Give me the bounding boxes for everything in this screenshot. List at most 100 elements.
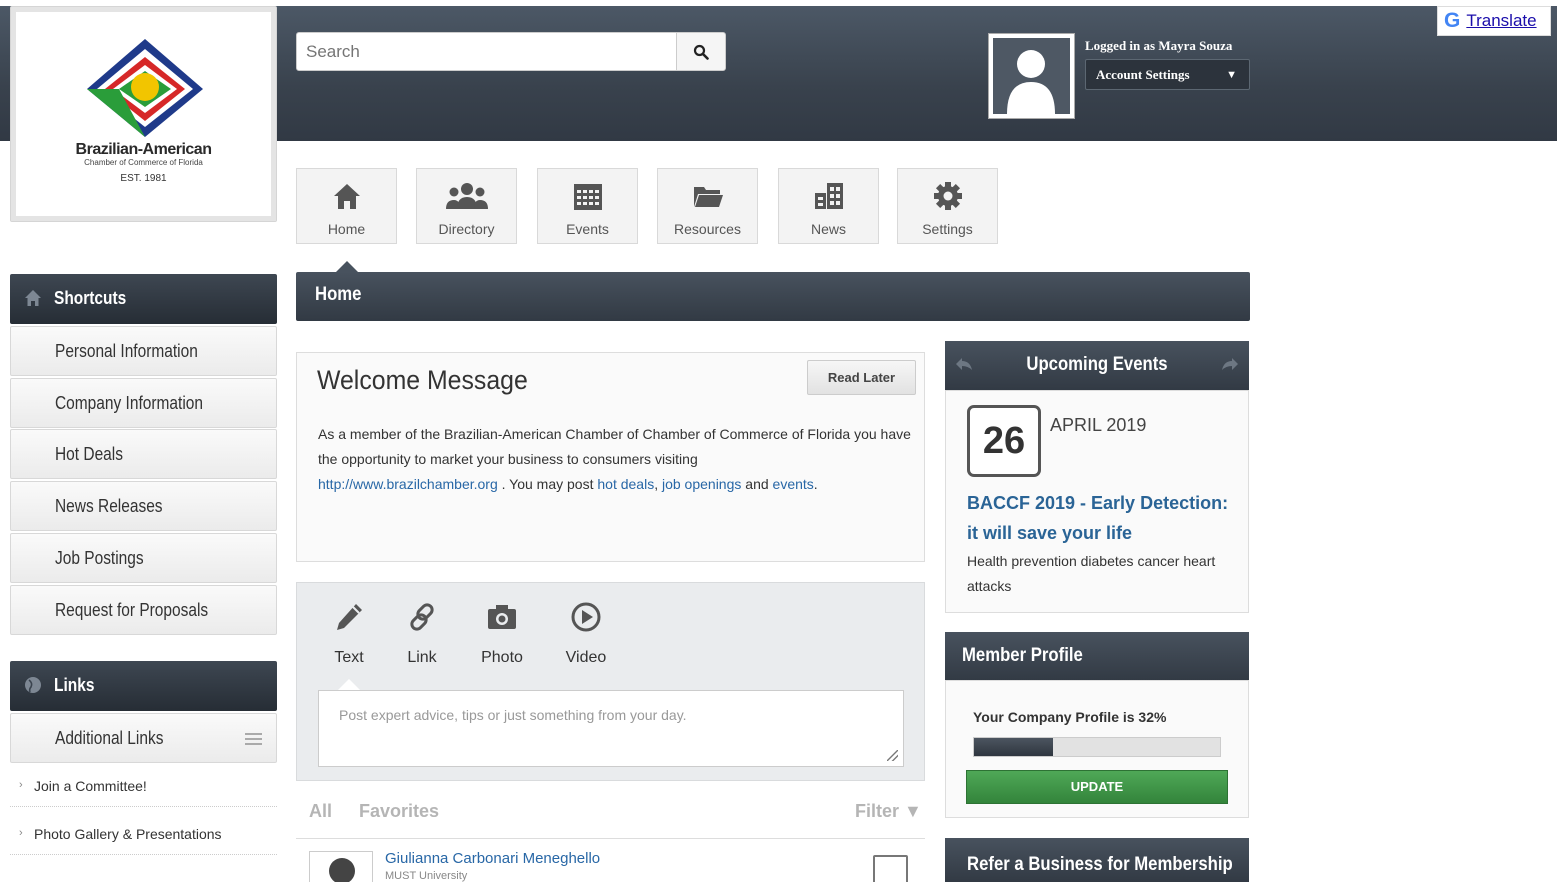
period-text: .	[813, 476, 818, 492]
avatar[interactable]	[309, 851, 373, 882]
nav-directory-label: Directory	[438, 221, 495, 237]
translate-link[interactable]: Translate	[1466, 11, 1536, 31]
calendar-icon	[573, 184, 602, 210]
profile-progress-bar	[973, 737, 1221, 757]
logo-est: EST. 1981	[120, 173, 167, 184]
welcome-text: As a member of the Brazilian-American Ch…	[318, 426, 911, 467]
shortcut-hot-deals[interactable]: Hot Deals	[10, 429, 277, 479]
event-title-link[interactable]: BACCF 2019 - Early Detection: it will sa…	[967, 488, 1237, 548]
welcome-text: . You may post	[501, 476, 594, 492]
post-tab-text[interactable]: Text	[329, 599, 369, 667]
page-title: Home	[315, 284, 362, 305]
chamber-website-link[interactable]: http://www.brazilchamber.org	[318, 476, 498, 492]
pencil-icon	[337, 604, 362, 630]
welcome-title: Welcome Message	[317, 365, 528, 395]
logo-name: Brazilian-American	[75, 141, 212, 158]
post-tab-label: Video	[565, 649, 607, 666]
nav-events-label: Events	[566, 221, 609, 237]
active-tab-pointer	[338, 679, 360, 690]
divider	[296, 838, 925, 839]
search-button[interactable]	[676, 32, 726, 71]
comma-text: ,	[654, 476, 659, 492]
upcoming-events-title: Upcoming Events	[1026, 354, 1168, 375]
shortcuts-title: Shortcuts	[54, 288, 127, 308]
feed-tabs: All Favorites	[309, 801, 439, 822]
profile-completion-text: Your Company Profile is 32%	[973, 709, 1167, 725]
feed-tab-favorites[interactable]: Favorites	[359, 801, 439, 821]
link-join-committee[interactable]: › Join a Committee!	[10, 767, 277, 807]
home-icon	[25, 290, 41, 306]
users-icon	[445, 183, 488, 209]
post-tab-video[interactable]: Video	[561, 599, 611, 667]
nav-home[interactable]: Home	[296, 168, 397, 244]
nav-resources-label: Resources	[674, 221, 741, 237]
nav-home-label: Home	[327, 221, 366, 237]
job-openings-link[interactable]: job openings	[662, 476, 741, 492]
news-icon	[814, 183, 843, 209]
account-settings-label: Account Settings	[1096, 67, 1190, 82]
read-later-button[interactable]: Read Later	[807, 360, 916, 395]
nav-settings-label: Settings	[922, 221, 973, 237]
shortcut-label: Company Information	[55, 393, 204, 413]
folder-icon	[693, 187, 723, 207]
profile-progress-fill	[974, 738, 1053, 756]
additional-links-item[interactable]: Additional Links	[10, 713, 277, 763]
refer-business-header[interactable]: Refer a Business for Membership	[945, 838, 1249, 882]
nav-news[interactable]: News	[778, 168, 879, 244]
gear-icon	[933, 182, 962, 210]
feed-author-link[interactable]: Giulianna Carbonari Meneghello	[385, 850, 600, 867]
shortcut-request-for-proposals[interactable]: Request for Proposals	[10, 585, 277, 635]
welcome-body: As a member of the Brazilian-American Ch…	[318, 422, 918, 497]
shortcut-label: Request for Proposals	[55, 600, 209, 620]
upcoming-events-panel: 26 APRIL 2019 BACCF 2019 - Early Detecti…	[945, 390, 1249, 613]
home-icon	[333, 184, 360, 209]
feed-author-org: MUST University	[385, 870, 468, 882]
shortcut-label: Personal Information	[55, 341, 198, 361]
post-tab-label: Link	[407, 649, 437, 666]
shortcut-job-postings[interactable]: Job Postings	[10, 533, 277, 583]
bullet-icon: ›	[19, 779, 23, 791]
member-profile-panel: Your Company Profile is 32% UPDATE	[945, 680, 1249, 818]
logo-diamond-icon	[87, 39, 203, 137]
user-avatar[interactable]	[988, 33, 1075, 119]
translate-widget[interactable]: G Translate	[1437, 6, 1551, 36]
shortcut-news-releases[interactable]: News Releases	[10, 481, 277, 531]
link-photo-gallery[interactable]: › Photo Gallery & Presentations	[10, 815, 277, 855]
shortcut-label: Job Postings	[55, 548, 144, 568]
member-profile-title: Member Profile	[962, 645, 1083, 666]
account-settings-button[interactable]: Account Settings ▼	[1085, 59, 1250, 90]
resize-handle-icon[interactable]	[887, 750, 898, 761]
nav-events[interactable]: Events	[537, 168, 638, 244]
search-input[interactable]	[296, 32, 677, 71]
menu-icon[interactable]	[245, 733, 262, 745]
shortcut-label: News Releases	[55, 496, 163, 516]
logo-subtitle: Chamber of Commerce of Florida	[84, 158, 203, 167]
events-link[interactable]: events	[773, 476, 814, 492]
caret-down-icon: ▼	[1226, 69, 1237, 81]
chamber-logo[interactable]: Brazilian-American Chamber of Commerce o…	[10, 6, 277, 222]
nav-resources[interactable]: Resources	[657, 168, 758, 244]
nav-directory[interactable]: Directory	[416, 168, 517, 244]
welcome-panel: Welcome Message Read Later As a member o…	[296, 352, 925, 562]
link-label: Photo Gallery & Presentations	[34, 826, 222, 842]
shortcut-label: Hot Deals	[55, 444, 123, 464]
shortcut-company-information[interactable]: Company Information	[10, 378, 277, 428]
upcoming-events-header: Upcoming Events	[945, 341, 1249, 390]
feed-filter[interactable]: Filter ▼	[855, 801, 922, 822]
google-icon: G	[1444, 9, 1461, 32]
update-profile-button[interactable]: UPDATE	[966, 770, 1228, 804]
post-textarea[interactable]: Post expert advice, tips or just somethi…	[318, 690, 904, 767]
shortcut-personal-information[interactable]: Personal Information	[10, 326, 277, 376]
nav-settings[interactable]: Settings	[897, 168, 998, 244]
feed-tab-all[interactable]: All	[309, 801, 332, 821]
globe-icon	[25, 677, 41, 693]
links-title: Links	[54, 675, 95, 695]
post-tab-link[interactable]: Link	[402, 599, 442, 667]
post-tab-photo[interactable]: Photo	[477, 599, 527, 667]
link-icon	[410, 603, 434, 631]
next-arrow-icon[interactable]	[1221, 356, 1239, 372]
post-tab-label: Photo	[481, 649, 523, 666]
hot-deals-link[interactable]: hot deals	[597, 476, 654, 492]
link-label: Join a Committee!	[34, 778, 147, 794]
event-month: APRIL 2019	[1050, 415, 1147, 435]
